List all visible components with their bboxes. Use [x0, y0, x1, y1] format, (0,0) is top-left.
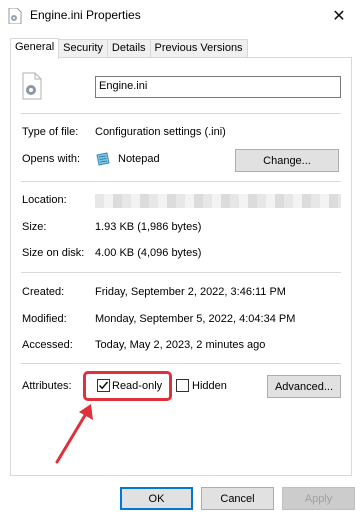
tab-previous-versions[interactable]: Previous Versions — [149, 39, 248, 58]
created-label: Created: — [22, 286, 65, 298]
title-bar: Engine.ini Properties ✕ — [0, 0, 361, 32]
divider — [21, 363, 341, 364]
file-name-field[interactable]: Engine.ini — [95, 76, 341, 98]
size-on-disk-value: 4.00 KB (4,096 bytes) — [95, 247, 202, 259]
opens-with-label: Opens with: — [22, 153, 81, 165]
close-icon: ✕ — [332, 8, 346, 25]
size-on-disk-label: Size on disk: — [22, 247, 85, 259]
divider — [21, 272, 341, 273]
annotation-arrow-icon — [55, 404, 93, 464]
accessed-label: Accessed: — [22, 339, 73, 351]
tab-strip: General Security Details Previous Versio… — [10, 38, 248, 59]
type-of-file-label: Type of file: — [22, 126, 79, 138]
hidden-label[interactable]: Hidden — [192, 380, 227, 392]
file-settings-icon — [22, 72, 42, 100]
annotation-highlight-box — [83, 371, 172, 401]
hidden-checkbox[interactable] — [176, 379, 189, 392]
type-of-file-value: Configuration settings (.ini) — [95, 126, 226, 138]
attributes-label: Attributes: — [22, 380, 72, 392]
modified-label: Modified: — [22, 313, 67, 325]
change-button[interactable]: Change... — [235, 149, 339, 172]
tab-general[interactable]: General — [10, 38, 60, 59]
general-panel: Engine.ini Type of file: Configuration s… — [10, 57, 352, 476]
notepad-icon — [96, 152, 110, 166]
tab-security[interactable]: Security — [58, 39, 108, 58]
created-value: Friday, September 2, 2022, 3:46:11 PM — [95, 286, 286, 298]
divider — [21, 113, 341, 114]
config-file-icon — [8, 8, 22, 24]
location-value-blurred — [95, 194, 341, 208]
ok-button[interactable]: OK — [120, 487, 193, 510]
size-label: Size: — [22, 221, 47, 233]
advanced-button[interactable]: Advanced... — [267, 375, 341, 398]
size-value: 1.93 KB (1,986 bytes) — [95, 221, 202, 233]
modified-value: Monday, September 5, 2022, 4:04:34 PM — [95, 313, 296, 325]
apply-button[interactable]: Apply — [282, 487, 355, 510]
opens-with-value: Notepad — [118, 153, 160, 165]
location-label: Location: — [22, 194, 67, 206]
close-button[interactable]: ✕ — [317, 0, 361, 32]
divider — [21, 181, 341, 182]
accessed-value: Today, May 2, 2023, 2 minutes ago — [95, 339, 266, 351]
tab-details[interactable]: Details — [106, 39, 151, 58]
window-title: Engine.ini Properties — [30, 8, 141, 22]
cancel-button[interactable]: Cancel — [201, 487, 274, 510]
